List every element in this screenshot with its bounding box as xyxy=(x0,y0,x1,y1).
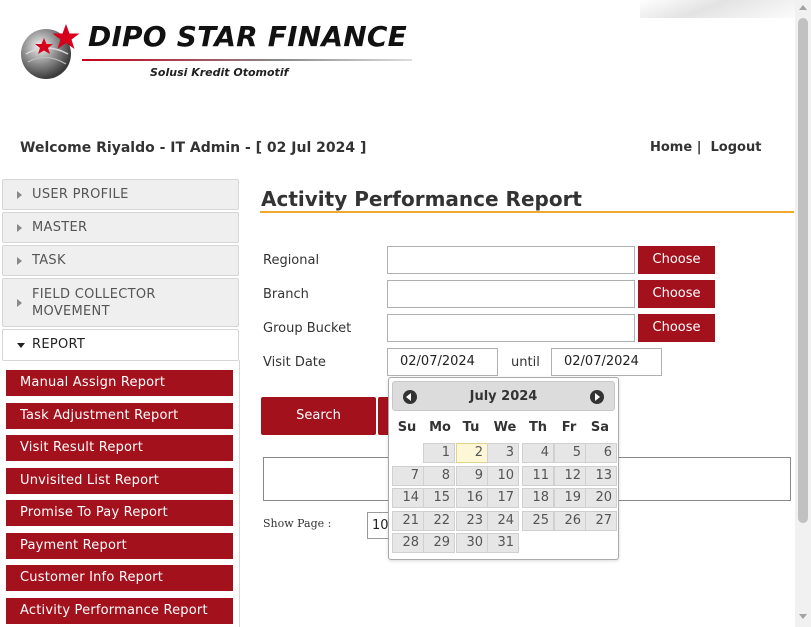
submenu-task-adjustment-report[interactable]: Task Adjustment Report xyxy=(6,403,233,429)
submenu-promise-to-pay-report[interactable]: Promise To Pay Report xyxy=(6,500,233,526)
sidebar-item-label: MASTER xyxy=(32,220,88,235)
datepicker-day[interactable]: 29 xyxy=(423,533,455,554)
brand-underline xyxy=(82,59,412,61)
until-label: until xyxy=(511,355,540,370)
weekday-header: Th xyxy=(528,420,548,435)
datepicker-day[interactable]: 20 xyxy=(585,488,617,509)
logo: DIPO STAR FINANCE Solusi Kredit Otomotif xyxy=(20,20,420,86)
visit-date-label: Visit Date xyxy=(263,355,326,370)
submenu-manual-assign-report[interactable]: Manual Assign Report xyxy=(6,370,233,396)
regional-input[interactable] xyxy=(387,246,635,274)
scroll-down-icon[interactable] xyxy=(799,614,807,619)
sidebar-item-report[interactable]: REPORT xyxy=(2,329,239,361)
datepicker-day[interactable]: 31 xyxy=(487,533,519,554)
submenu-visit-result-report[interactable]: Visit Result Report xyxy=(6,435,233,461)
datepicker-day[interactable]: 16 xyxy=(456,488,488,509)
scrollbar-thumb[interactable] xyxy=(798,18,808,523)
star-globe-icon xyxy=(21,24,80,79)
sidebar-item-task[interactable]: TASK xyxy=(2,245,239,276)
datepicker-day[interactable]: 24 xyxy=(487,510,519,531)
search-button[interactable]: Search xyxy=(261,397,376,435)
datepicker-day[interactable]: 14 xyxy=(392,488,424,509)
datepicker-day[interactable]: 28 xyxy=(392,533,424,554)
datepicker-month-title: July 2024 xyxy=(469,389,538,404)
datepicker-day[interactable]: 12 xyxy=(554,465,586,486)
datepicker-day[interactable]: 30 xyxy=(456,533,488,554)
show-page-label: Show Page : xyxy=(263,517,332,530)
datepicker-day[interactable]: 7 xyxy=(392,465,424,486)
logout-link[interactable]: Logout xyxy=(711,140,762,155)
datepicker-day[interactable]: 1 xyxy=(423,443,455,463)
datepicker-day[interactable]: 2 xyxy=(456,443,488,463)
report-submenu: Manual Assign Report Task Adjustment Rep… xyxy=(0,360,240,627)
datepicker-day[interactable]: 10 xyxy=(487,465,519,486)
submenu-payment-report[interactable]: Payment Report xyxy=(6,533,233,559)
datepicker-day[interactable]: 22 xyxy=(423,510,455,531)
chevron-down-icon xyxy=(17,343,25,348)
sidebar-item-label: USER PROFILE xyxy=(32,187,129,202)
choose-regional-button[interactable]: Choose xyxy=(638,246,715,274)
submenu-activity-performance-report[interactable]: Activity Performance Report xyxy=(6,598,233,624)
weekday-header: Fr xyxy=(561,420,577,435)
weekday-header: Sa xyxy=(590,420,610,435)
choose-branch-button[interactable]: Choose xyxy=(638,280,715,308)
sidebar-item-user-profile[interactable]: USER PROFILE xyxy=(2,179,239,210)
datepicker-day[interactable]: 13 xyxy=(585,465,617,486)
datepicker-day[interactable]: 9 xyxy=(456,465,488,486)
visit-date-from-input[interactable]: 02/07/2024 xyxy=(387,348,498,376)
datepicker-header: July 2024 xyxy=(392,381,615,411)
weekday-header: Tu xyxy=(462,420,480,435)
datepicker-day[interactable]: 17 xyxy=(487,488,519,509)
weekday-header: Su xyxy=(397,420,417,435)
datepicker-day[interactable]: 21 xyxy=(392,510,424,531)
datepicker-day[interactable]: 26 xyxy=(554,510,586,531)
page-title: Activity Performance Report xyxy=(261,187,582,211)
branch-input[interactable] xyxy=(387,280,635,308)
datepicker-day[interactable]: 23 xyxy=(456,510,488,531)
datepicker-day[interactable]: 19 xyxy=(554,488,586,509)
datepicker-day[interactable]: 27 xyxy=(585,510,617,531)
home-link[interactable]: Home | xyxy=(650,140,701,155)
datepicker-day[interactable]: 3 xyxy=(487,443,519,463)
vertical-scrollbar[interactable] xyxy=(795,0,811,627)
regional-label: Regional xyxy=(263,253,320,268)
submenu-customer-info-report[interactable]: Customer Info Report xyxy=(6,565,233,591)
sidebar-item-field-collector-movement[interactable]: FIELD COLLECTOR MOVEMENT xyxy=(2,278,239,327)
weekday-header: We xyxy=(493,420,517,435)
welcome-text: Welcome Riyaldo - IT Admin - [ 02 Jul 20… xyxy=(20,140,367,156)
visit-date-to-input[interactable]: 02/07/2024 xyxy=(551,348,662,376)
choose-group-bucket-button[interactable]: Choose xyxy=(638,314,715,342)
branch-label: Branch xyxy=(263,287,309,302)
datepicker-day[interactable]: 6 xyxy=(585,443,617,463)
chevron-right-icon xyxy=(17,299,22,307)
datepicker-day[interactable]: 15 xyxy=(423,488,455,509)
datepicker-day[interactable]: 5 xyxy=(554,443,586,463)
chevron-right-icon xyxy=(17,257,22,265)
datepicker-day[interactable]: 18 xyxy=(522,488,554,509)
group-bucket-label: Group Bucket xyxy=(263,321,352,336)
top-links: Home | Logout xyxy=(650,140,761,155)
submenu-unvisited-list-report[interactable]: Unvisited List Report xyxy=(6,468,233,494)
brand-tagline: Solusi Kredit Otomotif xyxy=(150,66,289,79)
weekday-header: Mo xyxy=(429,420,451,435)
top-decoration xyxy=(640,0,811,18)
sidebar-item-label: TASK xyxy=(32,253,66,268)
datepicker-day[interactable]: 8 xyxy=(423,465,455,486)
sidebar-item-label: REPORT xyxy=(32,337,86,352)
datepicker-day[interactable]: 11 xyxy=(522,465,554,486)
datepicker-day[interactable]: 4 xyxy=(522,443,554,463)
brand-name: DIPO STAR FINANCE xyxy=(88,20,407,53)
chevron-right-icon xyxy=(17,191,22,199)
chevron-right-icon xyxy=(17,224,22,232)
scroll-up-icon[interactable] xyxy=(799,5,807,10)
next-month-icon[interactable] xyxy=(590,390,604,404)
title-underline xyxy=(260,211,794,213)
datepicker-popup: July 2024 Su Mo Tu We Th Fr Sa 1 2 3 4 5 6 7 8 9 10 11 12 1… xyxy=(388,377,619,560)
sidebar-item-label: FIELD COLLECTOR MOVEMENT xyxy=(32,287,156,319)
sidebar-item-master[interactable]: MASTER xyxy=(2,212,239,243)
group-bucket-input[interactable] xyxy=(387,314,635,342)
datepicker-day[interactable]: 25 xyxy=(522,510,554,531)
